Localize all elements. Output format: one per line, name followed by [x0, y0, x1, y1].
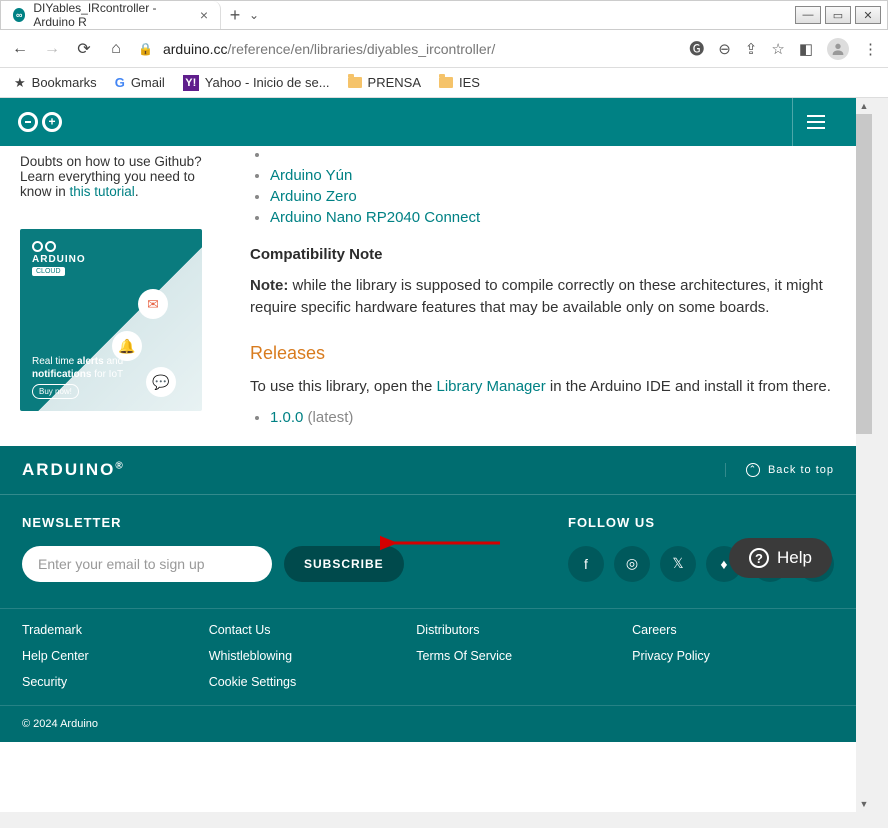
close-window-button[interactable]: ✕ — [855, 6, 881, 24]
boards-list: Arduino Uno WiFi Rev2 Arduino Yún Arduin… — [250, 144, 836, 228]
compat-heading: Compatibility Note — [250, 246, 836, 263]
arrow-up-icon: ⌃ — [746, 463, 760, 477]
site-header — [0, 98, 856, 146]
site-footer: ARDUINO® ⌃Back to top NEWSLETTER SUBSCRI… — [0, 446, 856, 742]
page-viewport: Doubts on how to use Github? Learn every… — [0, 98, 888, 828]
share-icon[interactable]: ⇪ — [745, 40, 758, 58]
zoom-icon[interactable]: ⊖ — [718, 40, 731, 58]
mail-icon: ✉ — [138, 289, 168, 319]
address-bar[interactable]: 🔒 arduino.cc/reference/en/libraries/diya… — [138, 41, 677, 57]
version-item: 1.0.0 (latest) — [270, 409, 836, 426]
bookmark-ies[interactable]: IES — [439, 75, 480, 90]
maximize-button[interactable]: ▭ — [825, 6, 851, 24]
tab-title: DIYables_IRcontroller - Arduino R — [33, 1, 191, 29]
main-content: Arduino Uno WiFi Rev2 Arduino Yún Arduin… — [250, 154, 836, 426]
compat-note: Note: while the library is supposed to c… — [250, 275, 836, 319]
copyright: © 2024 Arduino — [0, 705, 856, 742]
library-manager-link[interactable]: Library Manager — [437, 378, 546, 395]
help-button[interactable]: ? Help — [729, 538, 832, 578]
footer-link[interactable]: Cookie Settings — [209, 675, 297, 689]
board-link[interactable]: Arduino Nano RP2040 Connect — [270, 209, 480, 226]
facebook-icon[interactable]: f — [568, 546, 604, 582]
chat-icon: 💬 — [146, 367, 176, 397]
board-link[interactable]: Arduino Zero — [270, 188, 357, 205]
folder-icon — [348, 77, 362, 88]
footer-link[interactable]: Trademark — [22, 623, 89, 637]
reload-button[interactable]: ⟳ — [74, 39, 94, 59]
ad-logo-icon — [32, 241, 190, 252]
annotation-arrow — [380, 528, 510, 558]
sidepanel-icon[interactable]: ◧ — [799, 40, 813, 58]
footer-link[interactable]: Privacy Policy — [632, 649, 710, 663]
newsletter-block: NEWSLETTER SUBSCRIBE — [22, 515, 404, 582]
scroll-thumb[interactable] — [856, 114, 872, 434]
newsletter-heading: NEWSLETTER — [22, 515, 404, 530]
browser-toolbar: ← → ⟳ ⌂ 🔒 arduino.cc/reference/en/librar… — [0, 30, 888, 68]
bookmark-gmail[interactable]: GGmail — [115, 75, 165, 90]
window-titlebar: ∞ DIYables_IRcontroller - Arduino R × + … — [0, 0, 888, 30]
footer-link[interactable]: Whistleblowing — [209, 649, 297, 663]
url-text: arduino.cc/reference/en/libraries/diyabl… — [163, 41, 495, 57]
footer-link[interactable]: Security — [22, 675, 89, 689]
footer-link[interactable]: Terms Of Service — [416, 649, 512, 663]
close-tab-icon[interactable]: × — [200, 7, 208, 23]
buy-now-button[interactable]: Buy now! — [32, 384, 79, 399]
github-hint: Doubts on how to use Github? Learn every… — [20, 154, 220, 199]
ad-brand: ARDUINO — [32, 254, 190, 265]
footer-link[interactable]: Help Center — [22, 649, 89, 663]
footer-links: Trademark Help Center Security Contact U… — [0, 608, 856, 705]
bookmark-star-icon[interactable]: ☆ — [771, 40, 784, 58]
instagram-icon[interactable]: ◎ — [614, 546, 650, 582]
kebab-menu-icon[interactable]: ⋮ — [863, 40, 878, 58]
vertical-scrollbar[interactable]: ▲ ▼ — [856, 98, 872, 812]
newsletter-email-input[interactable] — [22, 546, 272, 582]
minimize-button[interactable]: — — [795, 6, 821, 24]
bookmarks-folder[interactable]: ★Bookmarks — [14, 75, 97, 91]
releases-text: To use this library, open the Library Ma… — [250, 378, 836, 395]
footer-link[interactable]: Distributors — [416, 623, 512, 637]
arduino-logo[interactable] — [18, 112, 62, 132]
menu-hamburger-icon[interactable] — [792, 98, 838, 146]
bookmarks-label: Bookmarks — [32, 75, 97, 90]
forward-button[interactable]: → — [42, 39, 62, 59]
x-icon[interactable]: 𝕏 — [660, 546, 696, 582]
ad-text: Real time alerts and notifications for I… — [32, 355, 123, 381]
help-icon: ? — [749, 548, 769, 568]
scroll-up-icon[interactable]: ▲ — [856, 98, 872, 114]
footer-brand: ARDUINO® — [22, 460, 125, 480]
bookmark-yahoo[interactable]: Y!Yahoo - Inicio de se... — [183, 75, 330, 91]
cloud-ad[interactable]: ARDUINO CLOUD ✉ 🔔 💬 Real time alerts and… — [20, 229, 202, 411]
back-button[interactable]: ← — [10, 39, 30, 59]
bookmarks-bar: ★Bookmarks GGmail Y!Yahoo - Inicio de se… — [0, 68, 888, 98]
lock-icon: 🔒 — [138, 42, 153, 56]
folder-icon — [439, 77, 453, 88]
ad-cloud-tag: CLOUD — [32, 267, 65, 276]
footer-link[interactable]: Contact Us — [209, 623, 297, 637]
left-sidebar: Doubts on how to use Github? Learn every… — [20, 154, 220, 426]
footer-link[interactable]: Careers — [632, 623, 710, 637]
releases-heading: Releases — [250, 343, 836, 364]
back-to-top[interactable]: ⌃Back to top — [725, 463, 834, 477]
arduino-favicon: ∞ — [13, 8, 25, 22]
board-link[interactable]: Arduino Yún — [270, 167, 352, 184]
versions-list: 1.0.0 (latest) — [250, 409, 836, 426]
profile-avatar[interactable] — [827, 38, 849, 60]
follow-heading: FOLLOW US — [568, 515, 834, 530]
home-button[interactable]: ⌂ — [106, 39, 126, 59]
translate-icon[interactable]: 🅖 — [689, 38, 704, 59]
new-tab-button[interactable]: + — [221, 1, 249, 29]
tabs-chevron-icon[interactable]: ⌄ — [249, 8, 259, 22]
tutorial-link[interactable]: this tutorial — [70, 184, 135, 199]
browser-tab[interactable]: ∞ DIYables_IRcontroller - Arduino R × — [1, 1, 221, 29]
bookmark-prensa[interactable]: PRENSA — [348, 75, 421, 90]
version-link[interactable]: 1.0.0 — [270, 409, 303, 426]
scroll-down-icon[interactable]: ▼ — [856, 796, 872, 812]
